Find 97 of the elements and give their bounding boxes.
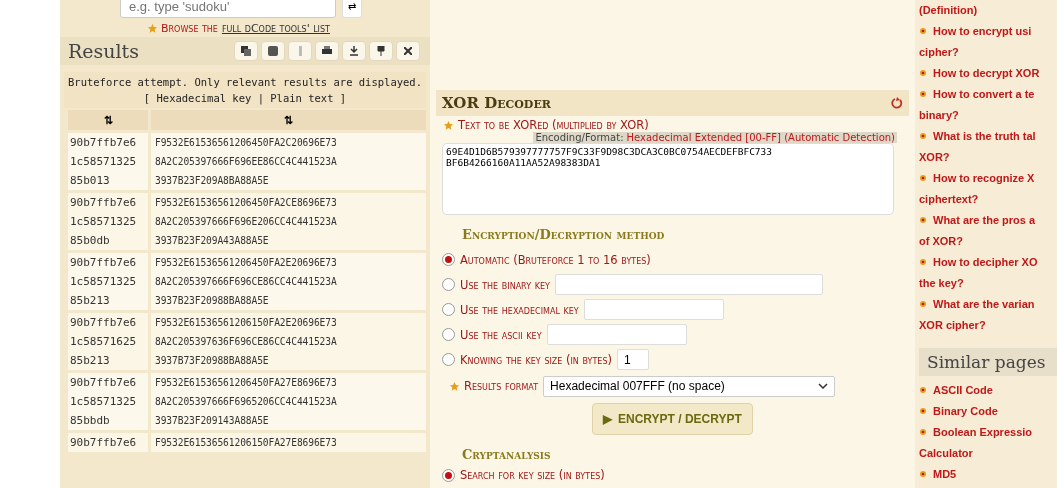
star-icon <box>919 407 927 415</box>
decoder-title: XOR Decoder <box>442 94 551 112</box>
download-button[interactable] <box>342 41 366 61</box>
radio-button[interactable] <box>442 468 455 482</box>
key-cell: 90b7ffb7e6 1c58571325 85b0db <box>68 193 148 250</box>
faq-link[interactable]: XOR? <box>919 147 1057 168</box>
faq-link[interactable]: ciphertext? <box>919 189 1057 210</box>
faq-link[interactable]: How to encrypt usi <box>933 25 1032 37</box>
faq-link[interactable]: (Definition) <box>919 0 1057 21</box>
radio-button[interactable] <box>442 353 455 366</box>
option-label: Use the hexadecimal key <box>460 302 579 317</box>
star-icon <box>919 258 927 266</box>
plaintext-cell: F9532E61536561206450FA27E8696E73 8A2C205397666F6965206CC4C441523A 3937B23F209143A88A5E <box>151 373 426 430</box>
plaintext-cell: F9532E61536561206150FA27E8696E73 <box>151 433 426 452</box>
browse-text: Browse the <box>161 22 218 35</box>
sort-button[interactable]: ⇅ <box>68 110 148 130</box>
similar-page-link[interactable]: MD5 <box>933 468 957 480</box>
faq-link[interactable]: cipher? <box>919 42 1057 63</box>
key-field[interactable] <box>554 274 823 295</box>
similar-page-link[interactable]: ASCII Code <box>933 384 993 396</box>
key-field[interactable] <box>583 299 724 320</box>
option-label: Search for key size (in bytes) <box>460 468 605 482</box>
input-text-field[interactable]: 69E4D1D6B579397777757F9C33F9D98C3DCA3C0BC0754AECDEFBFC733 BF6B4266160A11AA52A98383DA1 <box>442 143 894 215</box>
encoding-value: Hexadecimal Extended [00-FF] (Automatic Detection) <box>626 132 895 143</box>
chevron-icon <box>818 383 829 389</box>
search-button[interactable]: ⇄ <box>342 0 362 18</box>
results-note: Bruteforce attempt. Only relevant results are displayed. [ Hexadecimal key | Plain text ] <box>64 72 426 108</box>
copy-icon <box>241 46 251 56</box>
faq-link[interactable]: How to decipher XO <box>933 256 1038 268</box>
key-cell: 90b7ffb7e6 1c58571625 85b213 <box>68 313 148 370</box>
reset-icon[interactable] <box>891 97 903 109</box>
faq-link[interactable]: of XOR? <box>919 231 1057 252</box>
star-icon <box>919 428 927 436</box>
key-cell: 90b7ffb7e6 1c58571325 85bbdb <box>68 373 148 430</box>
star-icon <box>919 132 927 140</box>
radio-button[interactable] <box>442 253 455 266</box>
radio-button[interactable] <box>442 328 455 341</box>
faq-link[interactable]: How to decrypt XOR <box>933 67 1040 79</box>
cryptanalysis-heading: Cryptanalysis <box>462 447 552 462</box>
pin-button[interactable] <box>369 41 393 61</box>
key-cell: 90b7ffb7e6 1c58571325 85b213 <box>68 253 148 310</box>
copy-button[interactable] <box>234 41 258 61</box>
format-label: Results format <box>464 379 539 393</box>
option-label: Use the ascii key <box>460 327 542 342</box>
faq-link[interactable]: What are the pros a <box>933 214 1036 226</box>
pin-icon <box>377 46 385 56</box>
results-title: Results <box>68 40 139 62</box>
print-button[interactable] <box>315 41 339 61</box>
download-icon <box>350 46 358 56</box>
search-field[interactable]: e.g. type 'sudoku' <box>120 0 336 18</box>
star-icon <box>450 381 459 391</box>
plaintext-cell: F9532E61536561206450FA2C20696E73 8A2C205397666F696EE86CC4C441523A 3937B23F209A8BA88A5E <box>151 133 426 190</box>
star-icon <box>444 120 453 130</box>
star-icon <box>919 386 927 394</box>
encrypt-decrypt-button[interactable]: ▶ ENCRYPT / DECRYPT <box>592 403 753 435</box>
similar-pages-title: Similar pages <box>919 348 1057 376</box>
star-icon <box>919 470 927 478</box>
close-button[interactable] <box>396 41 420 61</box>
dots-icon <box>298 46 302 56</box>
faq-link[interactable]: How to convert a te <box>933 88 1035 100</box>
star-icon <box>919 90 927 98</box>
faq-link[interactable]: XOR cipher? <box>919 315 1057 336</box>
input-label: Text to be XORed (multiplied by XOR) <box>458 118 649 132</box>
key-cell: 90b7ffb7e6 1c58571325 85b013 <box>68 133 148 190</box>
star-icon <box>919 216 927 224</box>
similar-page-link[interactable]: Binary Code <box>933 405 998 417</box>
print-icon <box>322 46 332 56</box>
option-label: Use the binary key <box>460 277 550 292</box>
encoding-label: Encoding/Format: <box>535 132 624 143</box>
sort-button[interactable]: ⇅ <box>151 110 426 130</box>
save-button[interactable] <box>261 41 285 61</box>
similar-page-link[interactable]: Boolean Expressio <box>933 426 1033 438</box>
plaintext-cell: F9532E61536561206450FA2CE8696E73 8A2C205397666F696E206CC4C441523A 3937B23F209A43A88A5E <box>151 193 426 250</box>
star-icon <box>919 27 927 35</box>
option-label: Knowing the key size (in bytes) <box>460 352 612 367</box>
radio-button[interactable] <box>442 303 455 316</box>
similar-page-link[interactable]: Calculator <box>919 443 1057 464</box>
close-icon <box>404 47 412 55</box>
key-cell: 90b7ffb7e6 <box>68 433 148 452</box>
faq-link[interactable]: the key? <box>919 273 1057 294</box>
faq-link[interactable]: What are the varian <box>933 298 1035 310</box>
star-icon <box>919 69 927 77</box>
key-field[interactable]: 1 <box>616 349 649 370</box>
plaintext-cell: F9532E61536561206150FA2E20696E73 8A2C205397636F696CE86CC4C441523A 3937B73F20988BA88A5E <box>151 313 426 370</box>
star-icon <box>148 24 157 33</box>
tools-list-link[interactable]: full dCode tools' list <box>221 22 330 35</box>
star-icon <box>919 174 927 182</box>
faq-link[interactable]: binary? <box>919 105 1057 126</box>
star-icon <box>919 300 927 308</box>
key-field[interactable] <box>546 324 687 345</box>
radio-button[interactable] <box>442 278 455 291</box>
plaintext-cell: F9532E61536561206450FA2E20696E73 8A2C205397666F696CE86CC4C441523A 3937B23F20988BA88A5E <box>151 253 426 310</box>
option-label: Automatic (Bruteforce 1 to 16 bytes) <box>460 252 651 267</box>
faq-link[interactable]: How to recognize X <box>933 172 1035 184</box>
format-select[interactable]: Hexadecimal 007FFF (no space) <box>543 375 836 397</box>
method-heading: Encryption/Decryption method <box>462 227 666 242</box>
faq-link[interactable]: What is the truth tal <box>933 130 1036 142</box>
